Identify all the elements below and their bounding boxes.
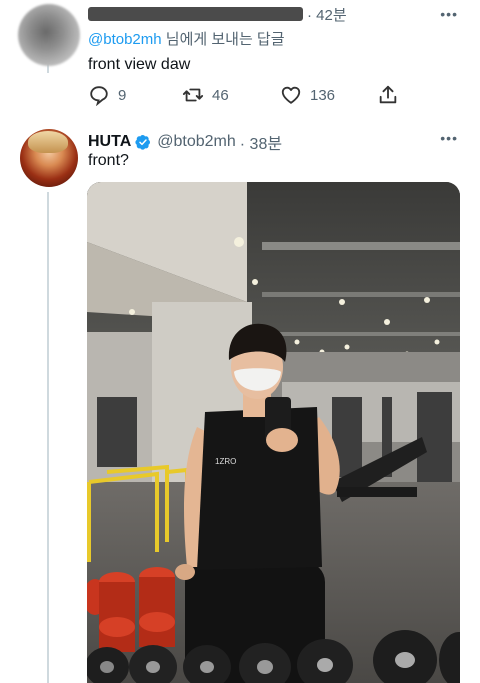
retweet-count: 46	[212, 86, 229, 104]
author-avatar[interactable]	[20, 129, 78, 187]
reply-tweet-header: · 42분	[88, 4, 347, 25]
avatar-hair-shape	[28, 131, 68, 153]
tweet-photo[interactable]: 1ZRO	[87, 182, 460, 683]
verified-badge-icon	[135, 135, 151, 150]
reply-count: 9	[118, 86, 127, 104]
redacted-author-name	[88, 7, 303, 21]
retweet-icon	[182, 88, 204, 102]
reply-action-bar: 9 46 136	[88, 84, 418, 108]
like-button[interactable]: 136	[280, 84, 335, 106]
share-button[interactable]	[377, 84, 399, 106]
reply-tweet-text: front view daw	[88, 56, 191, 73]
main-tweet-text: front?	[88, 152, 129, 169]
author-handle[interactable]: @btob2mh	[157, 133, 236, 151]
main-more-options-icon[interactable]: •••	[440, 130, 458, 146]
reply-author-avatar[interactable]	[18, 4, 80, 66]
replying-to-handle[interactable]: @btob2mh	[88, 31, 162, 48]
reply-icon	[90, 86, 108, 106]
replying-to-suffix: 님에게 보내는 답글	[161, 31, 285, 48]
reply-more-options-icon[interactable]: •••	[440, 6, 458, 22]
share-icon	[379, 85, 397, 104]
retweet-button[interactable]: 46	[182, 84, 229, 106]
reply-button[interactable]: 9	[88, 84, 126, 106]
gym-mirror-selfie-image: 1ZRO	[87, 182, 460, 683]
like-count: 136	[310, 86, 336, 104]
replying-to-line: @btob2mh 님에게 보내는 답글	[88, 28, 285, 49]
reply-timestamp[interactable]: · 42분	[307, 4, 347, 25]
main-tweet-header: HUTA @btob2mh · 38분	[88, 130, 282, 154]
thread-line-main	[47, 192, 49, 683]
main-timestamp[interactable]: · 38분	[240, 130, 282, 154]
author-name[interactable]: HUTA	[88, 133, 131, 151]
heart-icon	[281, 86, 301, 104]
shirt-print-text: 1ZRO	[215, 457, 236, 466]
